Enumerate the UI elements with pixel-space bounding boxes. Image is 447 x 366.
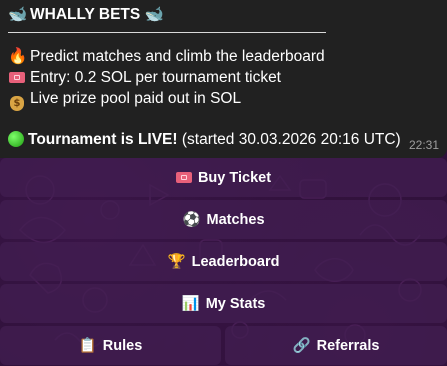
buy-ticket-label: Buy Ticket xyxy=(197,169,272,186)
message-line: 🔥 Predict matches and climb the leaderboa… xyxy=(8,46,325,67)
status-detail: (started 30.03.2026 20:16 UTC) xyxy=(181,131,401,148)
referrals-button[interactable]: 🔗 Referrals xyxy=(225,326,447,365)
ticket-icon xyxy=(8,67,26,87)
ticket-icon xyxy=(175,170,192,186)
tournament-status: Tournament is LIVE! (started 30.03.2026 … xyxy=(8,130,401,150)
message-line-text: Predict matches and climb the leaderboar… xyxy=(30,48,325,65)
green-circle-icon xyxy=(8,131,24,147)
message-line-text: Live prize pool paid out in SOL xyxy=(30,90,242,107)
trophy-icon: 🏆 xyxy=(167,254,186,270)
whale-icon: 🐋 xyxy=(8,5,28,23)
leaderboard-label: Leaderboard xyxy=(191,253,280,270)
matches-label: Matches xyxy=(206,211,265,228)
money-bag-icon: $ xyxy=(8,88,26,111)
clipboard-icon: 📋 xyxy=(78,338,97,354)
message-title-text: WHALLY BETS xyxy=(30,6,141,23)
message-line: $ Live prize pool paid out in SOL xyxy=(8,88,241,111)
status-label: Tournament is LIVE! xyxy=(28,131,178,148)
rules-button[interactable]: 📋 Rules xyxy=(0,326,221,365)
my-stats-button[interactable]: 📊 My Stats xyxy=(0,284,447,323)
whale-icon: 🐋 xyxy=(144,5,164,23)
message-title: 🐋 WHALLY BETS 🐋 xyxy=(8,4,167,25)
fire-icon: 🔥 xyxy=(8,47,28,65)
message-timestamp: 22:31 xyxy=(408,138,439,152)
matches-button[interactable]: ⚽ Matches xyxy=(0,200,447,239)
rules-label: Rules xyxy=(102,337,143,354)
referrals-label: Referrals xyxy=(316,337,380,354)
message-line-text: Entry: 0.2 SOL per tournament ticket xyxy=(30,69,281,86)
message-line: Entry: 0.2 SOL per tournament ticket xyxy=(8,67,281,88)
title-divider xyxy=(8,32,326,33)
leaderboard-button[interactable]: 🏆 Leaderboard xyxy=(0,242,447,281)
bot-message-bubble: 🐋 WHALLY BETS 🐋 🔥 Predict matches and clim… xyxy=(0,0,447,158)
bar-chart-icon: 📊 xyxy=(181,296,200,312)
soccer-ball-icon: ⚽ xyxy=(182,212,201,228)
buy-ticket-button[interactable]: Buy Ticket xyxy=(0,158,447,197)
link-icon: 🔗 xyxy=(292,338,311,354)
my-stats-label: My Stats xyxy=(205,295,266,312)
